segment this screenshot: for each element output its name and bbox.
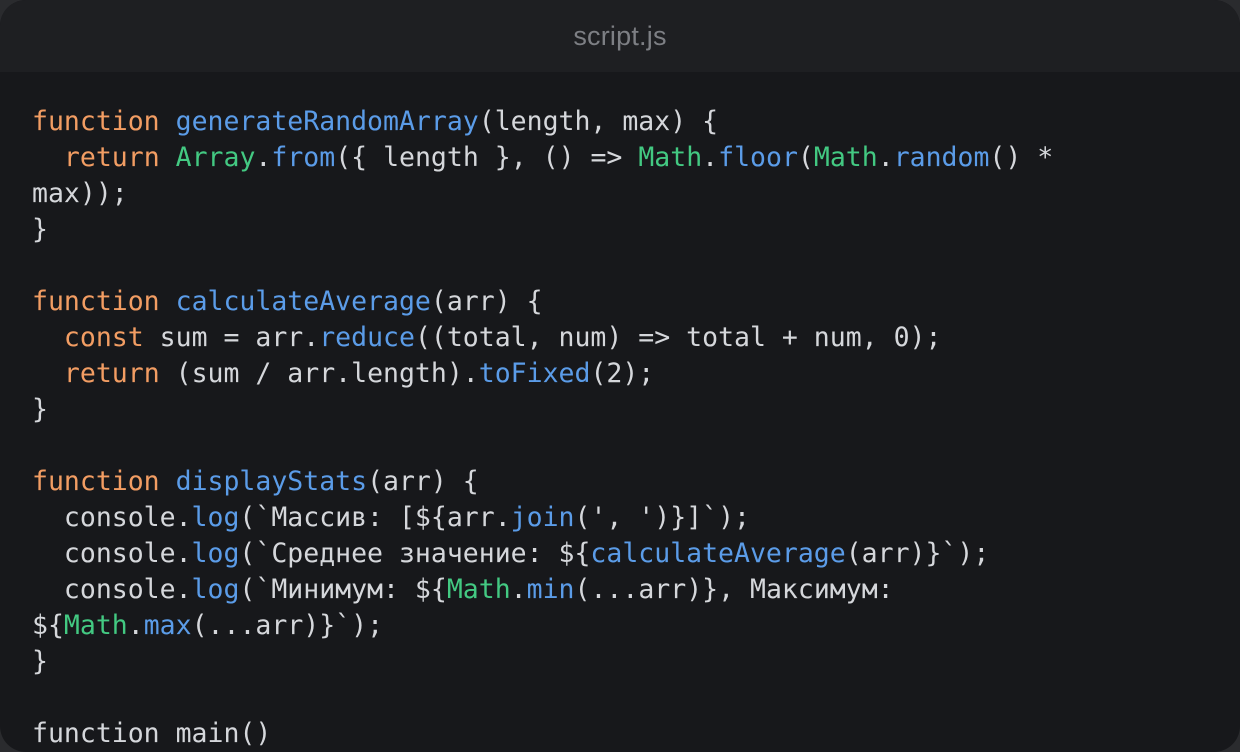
- code-token-builtin: Math: [63, 610, 128, 641]
- code-token-fn: floor: [718, 142, 798, 173]
- code-line: ${Math.max(...arr)}`);: [32, 608, 1222, 644]
- code-line: }: [32, 644, 1222, 680]
- code-line: max));: [32, 176, 1222, 212]
- code-token-plain: ${: [32, 610, 64, 641]
- code-line: console.log(`Массив: [${arr.join(', ')}]…: [32, 500, 1222, 536]
- code-token-keyword: return: [63, 142, 160, 173]
- code-token-builtin: Math: [638, 142, 703, 173]
- code-line: function displayStats(arr) {: [32, 464, 1222, 500]
- code-token-keyword: return: [63, 358, 160, 389]
- code-token-fn: log: [191, 574, 240, 605]
- code-token-fn: toFixed: [478, 358, 591, 389]
- code-token-plain: (...arr)}`);: [191, 610, 384, 641]
- code-line: console.log(`Минимум: ${Math.min(...arr)…: [32, 572, 1222, 608]
- code-token-plain: ({ length }, () =>: [335, 142, 639, 173]
- code-token-plain: }: [32, 394, 48, 425]
- code-token-plain: }: [32, 214, 48, 245]
- code-token-plain: (...arr)}, Максимум:: [574, 574, 894, 605]
- code-line: return (sum / arr.length).toFixed(2);: [32, 356, 1222, 392]
- code-line: }: [32, 392, 1222, 428]
- code-token-keyword: function: [32, 286, 160, 317]
- window-title: script.js: [573, 20, 667, 51]
- code-line: function generateRandomArray(length, max…: [32, 104, 1222, 140]
- code-token-fn: from: [271, 142, 336, 173]
- code-token-plain: (`Среднее значение: ${: [239, 538, 591, 569]
- code-token-plain: ((total, num) => total + num, 0);: [414, 322, 942, 353]
- code-line: const sum = arr.reduce((total, num) => t…: [32, 320, 1222, 356]
- code-token-plain: (arr) {: [367, 466, 479, 497]
- code-token-fn: log: [191, 502, 240, 533]
- window-titlebar: script.js: [0, 0, 1240, 72]
- code-token-plain: (', ')}]`);: [574, 502, 750, 533]
- code-token-plain: () *: [989, 142, 1054, 173]
- code-token-plain: (2);: [590, 358, 655, 389]
- code-token-plain: function main(): [32, 718, 272, 749]
- code-token-plain: sum = arr.: [143, 322, 320, 353]
- code-token-plain: .: [702, 142, 719, 173]
- code-token-keyword: function: [32, 466, 160, 497]
- code-token-keyword: function: [32, 106, 160, 137]
- code-token-plain: .: [510, 574, 527, 605]
- code-editor[interactable]: function generateRandomArray(length, max…: [32, 104, 1222, 752]
- code-token-plain: (length, max) {: [478, 106, 719, 137]
- code-token-fn: displayStats: [175, 466, 368, 497]
- code-line: return Array.from({ length }, () => Math…: [32, 140, 1222, 176]
- code-line: function calculateAverage(arr) {: [32, 284, 1222, 320]
- code-token-fn: reduce: [319, 322, 415, 353]
- code-line: function main(): [32, 716, 1222, 752]
- code-token-fn: calculateAverage: [175, 286, 431, 317]
- code-token-plain: (`Массив: [${arr.: [239, 502, 511, 533]
- code-token-plain: console.: [32, 574, 192, 605]
- code-token-plain: .: [127, 610, 144, 641]
- code-token-fn: generateRandomArray: [175, 106, 479, 137]
- code-token-keyword: const: [63, 322, 144, 353]
- code-token-plain: console.: [32, 502, 192, 533]
- code-token-plain: (arr) {: [430, 286, 543, 317]
- code-token-plain: (`Минимум: ${: [239, 574, 447, 605]
- code-token-plain: .: [255, 142, 272, 173]
- code-token-plain: console.: [32, 538, 192, 569]
- code-token-fn: calculateAverage: [590, 538, 846, 569]
- code-token-fn: join: [510, 502, 575, 533]
- code-token-plain: (sum / arr.length).: [159, 358, 479, 389]
- code-token-builtin: Array: [175, 142, 256, 173]
- code-token-plain: (arr)}`);: [845, 538, 990, 569]
- code-line: }: [32, 212, 1222, 248]
- code-token-fn: max: [143, 610, 192, 641]
- code-token-plain: max));: [32, 178, 128, 209]
- code-window: script.js function generateRandomArray(l…: [0, 0, 1240, 752]
- code-token-fn: log: [191, 538, 240, 569]
- code-token-builtin: Math: [446, 574, 511, 605]
- code-token-plain: (: [797, 142, 814, 173]
- code-line: console.log(`Среднее значение: ${calcula…: [32, 536, 1222, 572]
- code-token-plain: .: [877, 142, 894, 173]
- code-token-builtin: Math: [813, 142, 878, 173]
- code-token-fn: random: [893, 142, 990, 173]
- code-token-plain: }: [32, 646, 48, 677]
- code-token-fn: min: [526, 574, 575, 605]
